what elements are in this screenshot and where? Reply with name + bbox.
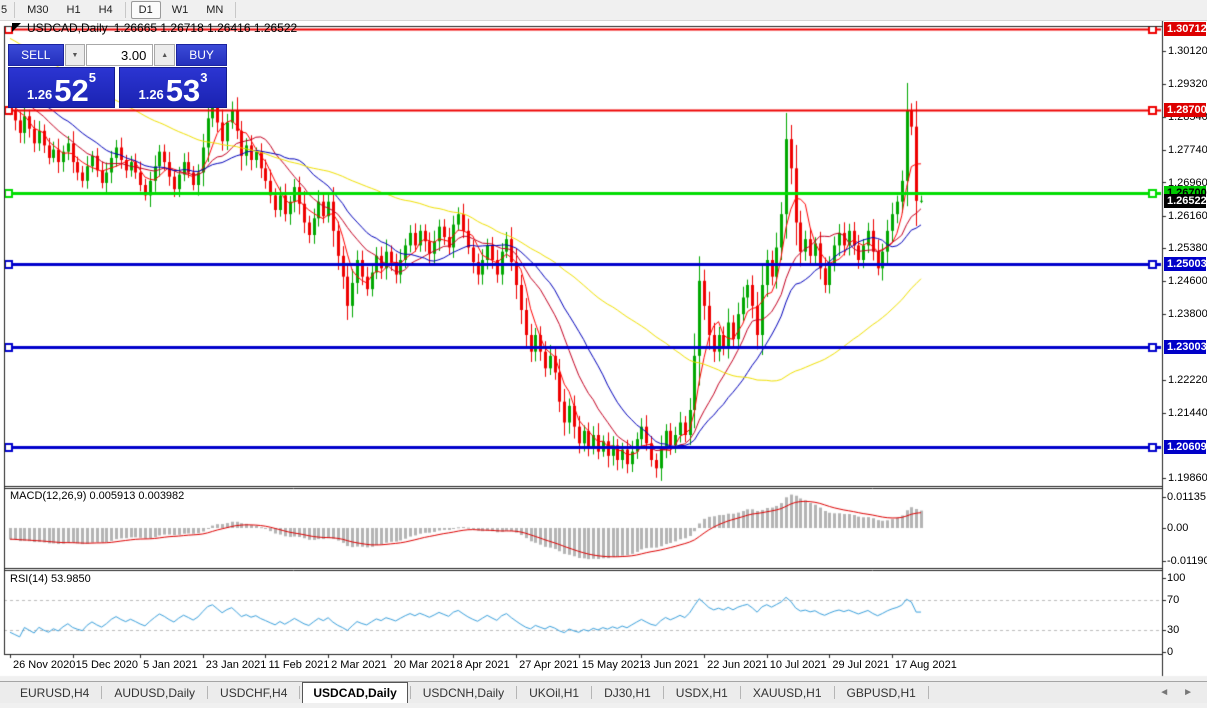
price-tick-label: 1.24600 xyxy=(1168,274,1207,287)
timeframe-button-mn[interactable]: MN xyxy=(197,0,232,20)
date-tick-label: 2 Mar 2021 xyxy=(331,659,387,671)
date-tick-label: 5 Jan 2021 xyxy=(143,659,198,671)
spin-up-icon: ▲ xyxy=(161,51,169,59)
tab-separator xyxy=(927,686,929,699)
buy-button[interactable]: BUY xyxy=(176,44,228,66)
toolbar-separator xyxy=(14,2,16,18)
date-tick-label: 26 Nov 2020 xyxy=(13,659,76,671)
timeframe-button-w1[interactable]: W1 xyxy=(163,0,198,20)
date-tick-label: 8 Apr 2021 xyxy=(456,659,510,671)
timeframe-button-d1[interactable]: D1 xyxy=(130,1,161,19)
tab-separator xyxy=(739,686,741,699)
date-tick-label: 15 Dec 2020 xyxy=(75,659,139,671)
chart-tab-usdcad[interactable]: USDCAD,Daily xyxy=(302,682,408,703)
date-tick-label: 10 Jul 2021 xyxy=(769,659,827,671)
tab-separator xyxy=(207,686,209,699)
timeframe-button-h1[interactable]: H1 xyxy=(58,0,90,20)
timeframe-button-5[interactable]: 5 xyxy=(0,0,11,20)
date-tick-label: 3 Jun 2021 xyxy=(644,659,699,671)
price-level-badge: 1.25003 xyxy=(1164,257,1207,272)
price-tick-label: 1.25380 xyxy=(1168,242,1207,255)
date-tick-label: 22 Jun 2021 xyxy=(707,659,768,671)
price-level-badge: 1.26522 xyxy=(1164,193,1207,208)
timeframe-button-m30[interactable]: M30 xyxy=(18,0,57,20)
price-level-badge: 1.30712 xyxy=(1164,22,1207,36)
macd-scale-label: 0.00 xyxy=(1167,522,1189,534)
tab-separator xyxy=(833,686,835,699)
price-level-badge: 1.28700 xyxy=(1164,103,1207,117)
date-tick-label: 17 Aug 2021 xyxy=(895,659,957,671)
date-tick-label: 15 May 2021 xyxy=(581,659,646,671)
rsi-scale-label: 100 xyxy=(1167,572,1186,584)
chart-tab-eurusd[interactable]: EURUSD,H4 xyxy=(10,682,99,703)
sell-price-base: 1.26 xyxy=(26,87,53,102)
tab-separator xyxy=(516,686,518,699)
sell-button[interactable]: SELL xyxy=(8,44,64,66)
price-tick-label: 1.30120 xyxy=(1168,44,1207,57)
tab-scroll-right-icon[interactable]: ► xyxy=(1183,687,1193,698)
price-level-badge: 1.23003 xyxy=(1164,340,1207,355)
tab-separator xyxy=(299,686,301,699)
volume-increase-button[interactable]: ▲ xyxy=(154,44,176,66)
rsi-scale-label: 0 xyxy=(1167,646,1174,658)
toolbar-separator xyxy=(235,2,237,18)
chart-tab-audusd[interactable]: AUDUSD,Daily xyxy=(104,682,205,703)
buy-price-base: 1.26 xyxy=(138,87,164,102)
chart-tab-xauusd[interactable]: XAUUSD,H1 xyxy=(743,682,832,703)
tab-separator xyxy=(409,686,411,699)
price-tick-label: 1.27740 xyxy=(1168,144,1207,156)
buy-price-big: 53 xyxy=(165,73,201,108)
chart-tab-bar: EURUSD,H4 AUDUSD,Daily USDCHF,H4 USDCAD,Dai… xyxy=(0,681,1207,703)
timeframe-toolbar: 5 M30 H1 H4 D1 W1 MN xyxy=(0,0,1207,21)
date-tick-label: 20 Mar 2021 xyxy=(393,659,456,671)
price-tick-label: 1.23800 xyxy=(1168,308,1207,321)
volume-decrease-button[interactable]: ▼ xyxy=(64,44,86,66)
date-tick-label: 29 Jul 2021 xyxy=(832,659,890,671)
price-tick-label: 1.19860 xyxy=(1168,472,1207,485)
price-tick-label: 1.29320 xyxy=(1168,78,1207,91)
price-tick-label: 1.22220 xyxy=(1168,374,1207,386)
rsi-scale-label: 70 xyxy=(1167,594,1180,607)
date-tick-label: 23 Jan 2021 xyxy=(205,659,267,671)
price-tick-label: 1.26160 xyxy=(1168,209,1207,222)
sell-price-sup: 5 xyxy=(88,70,97,85)
volume-input[interactable] xyxy=(86,44,154,66)
price-level-badge: 1.20609 xyxy=(1164,440,1207,455)
macd-scale-label: 0.01135 xyxy=(1167,490,1206,503)
toolbar-separator xyxy=(124,2,126,18)
price-tick-label: 1.21440 xyxy=(1168,406,1207,419)
date-tick-label: 11 Feb 2021 xyxy=(268,659,330,671)
spin-down-icon: ▼ xyxy=(71,51,79,59)
tab-separator xyxy=(591,686,593,699)
chart-tab-ukoil[interactable]: UKOil,H1 xyxy=(519,682,589,703)
chart-tab-dj30[interactable]: DJ30,H1 xyxy=(594,682,661,703)
sell-price-box[interactable]: 1.26 52 5 xyxy=(8,67,115,108)
buy-price-box[interactable]: 1.26 53 3 xyxy=(119,67,227,108)
chart-tab-usdx[interactable]: USDX,H1 xyxy=(666,682,738,703)
chart-tab-usdcnh[interactable]: USDCNH,Daily xyxy=(413,682,514,703)
macd-scale-label: -0.01190 xyxy=(1167,554,1207,567)
chart-tab-gbpusd[interactable]: GBPUSD,H1 xyxy=(837,682,926,703)
date-tick-label: 27 Apr 2021 xyxy=(519,659,579,671)
buy-price-sup: 3 xyxy=(200,70,208,85)
sell-price-big: 52 xyxy=(54,73,89,108)
tab-separator xyxy=(662,686,664,699)
tab-separator xyxy=(101,686,103,699)
tab-scroll-left-icon[interactable]: ◄ xyxy=(1159,687,1169,698)
rsi-scale-label: 30 xyxy=(1167,623,1180,636)
chart-tab-usdchf[interactable]: USDCHF,H4 xyxy=(210,682,297,703)
timeframe-button-h4[interactable]: H4 xyxy=(90,0,122,20)
